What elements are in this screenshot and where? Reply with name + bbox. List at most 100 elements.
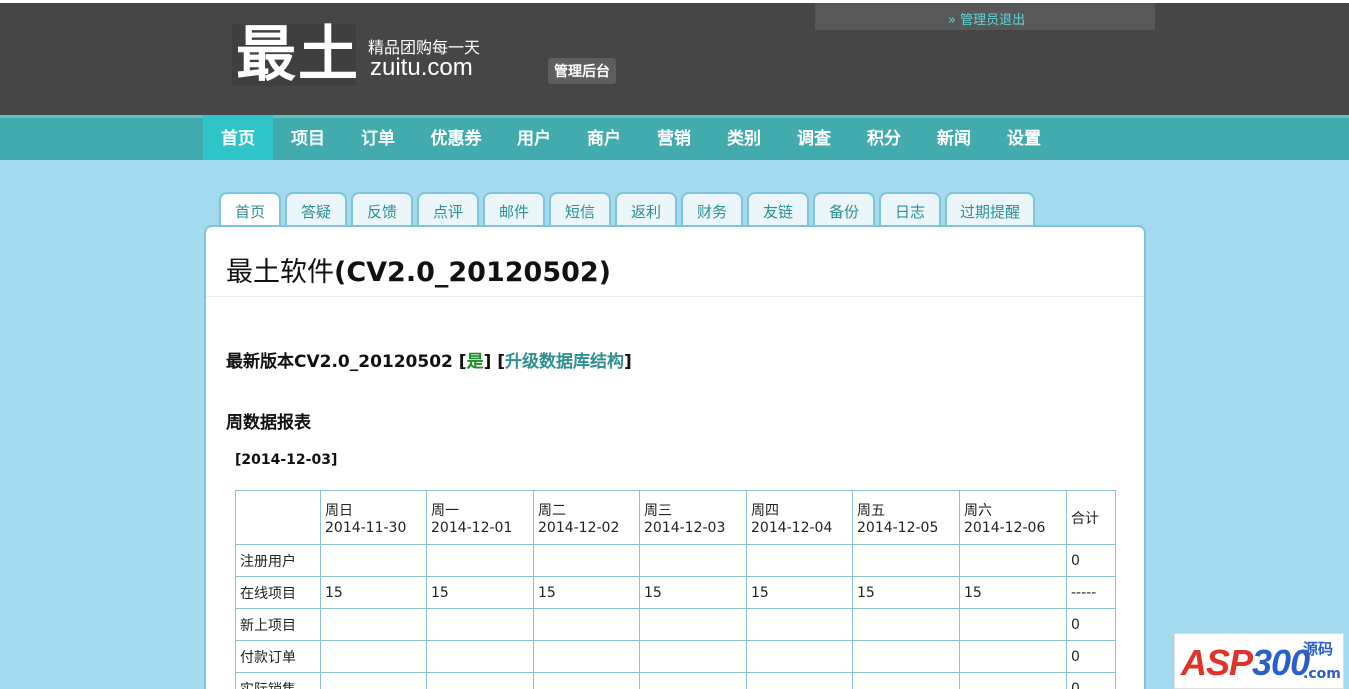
nav-coupons[interactable]: 优惠券: [413, 115, 499, 160]
subtab-home[interactable]: 首页: [219, 192, 281, 226]
table-cell: 15: [426, 576, 534, 609]
nav-marketing[interactable]: 营销: [639, 115, 709, 160]
table-cell: [852, 672, 960, 689]
table-cell: [852, 640, 960, 673]
table-cell: [426, 640, 534, 673]
admin-logout-link[interactable]: » 管理员退出: [948, 9, 1025, 28]
nav-merchants[interactable]: 商户: [569, 115, 639, 160]
upgrade-db-link[interactable]: 升级数据库结构: [505, 352, 624, 372]
subtab-backup[interactable]: 备份: [813, 192, 875, 226]
table-cell: [533, 640, 640, 673]
title-divider: [206, 296, 1144, 297]
table-cell: [533, 672, 640, 689]
subtab-reviews[interactable]: 点评: [417, 192, 479, 226]
header-cell: 周日 2014-11-30: [320, 490, 427, 545]
nav-users[interactable]: 用户: [499, 115, 569, 160]
header-cell-total: 合计: [1066, 490, 1116, 545]
table-row: 实际销售 0: [235, 672, 1116, 689]
subtab-sms[interactable]: 短信: [549, 192, 611, 226]
table-cell: [852, 608, 960, 641]
table-header-row: 周日 2014-11-30 周一 2014-12-01 周二 2014-12-02 周…: [235, 490, 1116, 545]
subtab-expiry-reminder[interactable]: 过期提醒: [945, 192, 1035, 226]
row-total: -----: [1066, 576, 1116, 609]
row-total: 0: [1066, 640, 1116, 673]
header-cell: 周三 2014-12-03: [639, 490, 747, 545]
nav-settings[interactable]: 设置: [989, 115, 1059, 160]
version-yes-link[interactable]: 是: [467, 352, 484, 372]
table-cell: 15: [320, 576, 427, 609]
table-cell: [746, 608, 853, 641]
subtab-logs[interactable]: 日志: [879, 192, 941, 226]
row-label: 付款订单: [235, 640, 321, 673]
title-cn: 最土软件: [226, 257, 334, 288]
table-cell: [639, 608, 747, 641]
table-row: 付款订单 0: [235, 640, 1116, 673]
row-total: 0: [1066, 672, 1116, 689]
admin-badge: 管理后台: [548, 58, 616, 84]
table-cell: [959, 544, 1067, 577]
table-cell: 15: [746, 576, 853, 609]
table-cell: [320, 544, 427, 577]
header-cell: [235, 490, 321, 545]
nav-orders[interactable]: 订单: [343, 115, 413, 160]
nav-points[interactable]: 积分: [849, 115, 919, 160]
table-cell: [959, 640, 1067, 673]
table-cell: [639, 640, 747, 673]
row-total: 0: [1066, 544, 1116, 577]
header-cell: 周一 2014-12-01: [426, 490, 534, 545]
watermark-brand: ASP300: [1181, 642, 1310, 683]
weekly-report-title: 周数据报表: [226, 413, 311, 433]
table-cell: [320, 672, 427, 689]
nav-news[interactable]: 新闻: [919, 115, 989, 160]
subtab-rebate[interactable]: 返利: [615, 192, 677, 226]
version-suffix: ]: [624, 352, 632, 372]
table-cell: [746, 640, 853, 673]
site-domain: zuitu.com: [370, 54, 473, 81]
table-cell: [746, 672, 853, 689]
table-cell: 15: [639, 576, 747, 609]
weekly-report-table: 周日 2014-11-30 周一 2014-12-01 周二 2014-12-02 周…: [235, 490, 1116, 689]
watermark-com: .com: [1303, 666, 1341, 682]
report-date: [2014-12-03]: [235, 452, 338, 468]
header-cell: 周六 2014-12-06: [959, 490, 1067, 545]
row-label: 实际销售: [235, 672, 321, 689]
header-cell: 周四 2014-12-04: [746, 490, 853, 545]
site-logo[interactable]: 最土: [236, 20, 360, 90]
table-cell: [639, 672, 747, 689]
table-cell: 15: [959, 576, 1067, 609]
table-row: 新上项目 0: [235, 608, 1116, 641]
title-version: (CV2.0_20120502): [334, 257, 612, 288]
subtab-feedback[interactable]: 反馈: [351, 192, 413, 226]
table-cell: [639, 544, 747, 577]
header-cell: 周五 2014-12-05: [852, 490, 960, 545]
nav-surveys[interactable]: 调查: [779, 115, 849, 160]
subtab-finance[interactable]: 财务: [681, 192, 743, 226]
table-cell: [320, 640, 427, 673]
table-cell: [533, 544, 640, 577]
row-label: 注册用户: [235, 544, 321, 577]
table-cell: [959, 608, 1067, 641]
table-cell: [852, 544, 960, 577]
table-row: 注册用户 0: [235, 544, 1116, 577]
table-cell: 15: [533, 576, 640, 609]
row-label: 在线项目: [235, 576, 321, 609]
table-cell: [320, 608, 427, 641]
row-total: 0: [1066, 608, 1116, 641]
nav-categories[interactable]: 类别: [709, 115, 779, 160]
table-cell: [533, 608, 640, 641]
version-line: 最新版本CV2.0_20120502 [是] [升级数据库结构]: [226, 347, 632, 372]
row-label: 新上项目: [235, 608, 321, 641]
subtab-links[interactable]: 友链: [747, 192, 809, 226]
table-cell: 15: [852, 576, 960, 609]
nav-projects[interactable]: 项目: [273, 115, 343, 160]
nav-home[interactable]: 首页: [203, 115, 273, 160]
subtab-faq[interactable]: 答疑: [285, 192, 347, 226]
version-mid: ] [: [483, 352, 506, 372]
table-cell: [426, 672, 534, 689]
table-cell: [959, 672, 1067, 689]
subtab-email[interactable]: 邮件: [483, 192, 545, 226]
table-cell: [746, 544, 853, 577]
page-title: 最土软件(CV2.0_20120502): [226, 250, 611, 289]
version-prefix: 最新版本CV2.0_20120502 [: [226, 352, 467, 372]
watermark-logo: ASP300 源码 .com: [1174, 633, 1344, 689]
